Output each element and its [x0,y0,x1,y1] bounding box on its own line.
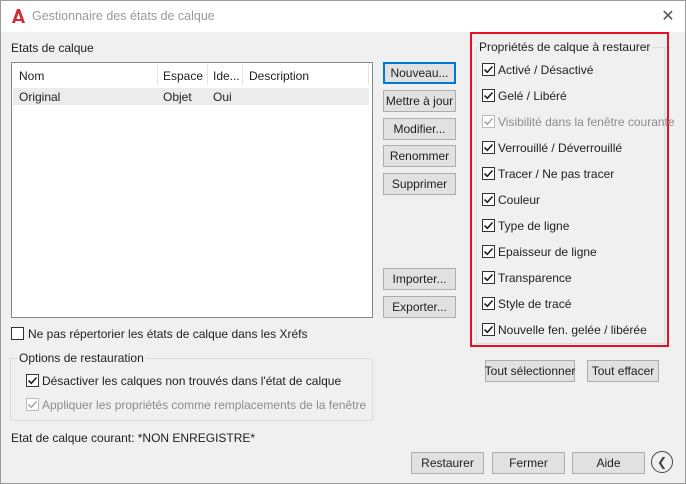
table-row[interactable]: Original Objet Oui [13,88,369,105]
checkmark-icon [483,221,494,230]
current-state-label: Etat de calque courant: *NON ENREGISTRE* [11,431,256,445]
property-checkbox-10[interactable] [482,323,495,336]
property-label-5: Couleur [498,193,541,207]
states-panel-title: Etats de calque [11,41,94,55]
column-divider[interactable] [157,65,158,85]
checkmark-icon [483,117,494,126]
property-label-0: Activé / Désactivé [498,63,594,77]
property-checkbox-0[interactable] [482,63,495,76]
property-label-10: Nouvelle fen. gelée / libérée [498,323,647,337]
column-header-description[interactable]: Description [249,69,309,83]
collapse-button[interactable]: ❮ [651,451,673,473]
apply-as-viewport-overrides-checkbox[interactable] [26,398,39,411]
checkmark-icon [27,400,38,409]
property-label-2: Visibilité dans la fenêtre courante [498,115,675,129]
cell-nom: Original [19,90,61,104]
property-label-9: Style de tracé [498,297,572,311]
checkmark-icon [27,376,38,385]
deactivate-missing-layers-checkbox[interactable] [26,374,39,387]
property-label-3: Verrouillé / Déverrouillé [498,141,623,155]
close-dialog-button[interactable]: Fermer [492,452,565,474]
column-divider[interactable] [368,65,369,85]
cell-espace: Objet [163,90,192,104]
layer-states-manager-dialog: Gestionnaire des états de calque ✕ Etats… [0,0,686,484]
select-all-button[interactable]: Tout sélectionner [485,360,575,382]
checkmark-icon [483,273,494,282]
property-checkbox-9[interactable] [482,297,495,310]
checkmark-icon [483,91,494,100]
update-button[interactable]: Mettre à jour [383,90,456,112]
property-checkbox-1[interactable] [482,89,495,102]
help-button[interactable]: Aide [572,452,645,474]
delete-button[interactable]: Supprimer [383,173,456,195]
apply-as-viewport-overrides-label: Appliquer les propriétés comme remplacem… [42,398,367,412]
autocad-a-icon [10,8,26,24]
import-button[interactable]: Importer... [383,268,456,290]
property-checkbox-2[interactable] [482,115,495,128]
new-button[interactable]: Nouveau... [383,62,456,84]
column-header-nom[interactable]: Nom [19,69,44,83]
checkmark-icon [483,169,494,178]
property-label-4: Tracer / Ne pas tracer [498,167,615,181]
close-button[interactable]: ✕ [655,4,681,28]
property-checkbox-8[interactable] [482,271,495,284]
checkmark-icon [483,247,494,256]
layer-states-list[interactable]: Nom Espace Ide... Description Original O… [11,62,373,318]
column-header-espace[interactable]: Espace [163,69,203,83]
property-checkbox-4[interactable] [482,167,495,180]
xref-checkbox-label: Ne pas répertorier les états de calque d… [28,327,308,341]
rename-button[interactable]: Renommer [383,145,456,167]
column-divider[interactable] [242,65,243,85]
checkmark-icon [483,195,494,204]
column-header-ide[interactable]: Ide... [213,69,240,83]
property-checkbox-5[interactable] [482,193,495,206]
xref-checkbox[interactable] [11,327,24,340]
property-label-7: Epaisseur de ligne [498,245,597,259]
property-checkbox-7[interactable] [482,245,495,258]
title-bar: Gestionnaire des états de calque ✕ [1,1,685,32]
export-button[interactable]: Exporter... [383,296,456,318]
window-title: Gestionnaire des états de calque [32,9,215,23]
property-label-6: Type de ligne [498,219,570,233]
property-checkbox-6[interactable] [482,219,495,232]
clear-all-button[interactable]: Tout effacer [587,360,659,382]
property-label-8: Transparence [498,271,572,285]
property-checkbox-3[interactable] [482,141,495,154]
checkmark-icon [483,143,494,152]
checkmark-icon [483,325,494,334]
edit-button[interactable]: Modifier... [383,118,456,140]
list-header: Nom Espace Ide... Description [12,63,372,87]
close-icon: ✕ [661,8,675,25]
checkmark-icon [483,299,494,308]
restore-button[interactable]: Restaurer [411,452,484,474]
column-divider[interactable] [207,65,208,85]
circle-chevron-left-icon: ❮ [656,455,668,469]
properties-group-title: Propriétés de calque à restaurer [477,40,653,54]
property-label-1: Gelé / Libéré [498,89,567,103]
checkmark-icon [483,65,494,74]
cell-ide: Oui [213,90,232,104]
restore-options-title: Options de restauration [17,351,146,365]
deactivate-missing-layers-label: Désactiver les calques non trouvés dans … [42,374,342,388]
